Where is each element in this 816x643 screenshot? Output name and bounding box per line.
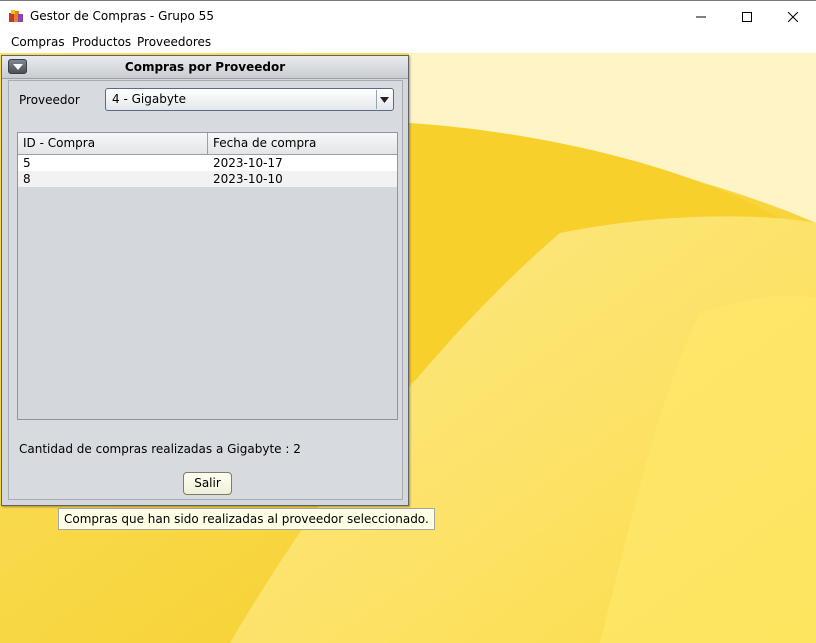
dialog-content: Proveedor 4 - Gigabyte ID - Compra Fecha…: [8, 80, 403, 500]
close-button[interactable]: [770, 1, 816, 32]
window-title: Gestor de Compras - Grupo 55: [30, 9, 214, 23]
maximize-button[interactable]: [724, 1, 770, 32]
chevron-down-icon: [380, 96, 389, 103]
close-icon: [788, 11, 798, 22]
menu-proveedores[interactable]: Proveedores: [137, 35, 211, 49]
minimize-button[interactable]: [678, 1, 724, 32]
minimize-icon: [696, 16, 706, 17]
cell-fecha-compra: 2023-10-10: [213, 172, 283, 186]
column-header-fecha-compra[interactable]: Fecha de compra: [208, 133, 397, 154]
dialog-title: Compras por Proveedor: [124, 60, 286, 74]
proveedor-select[interactable]: 4 - Gigabyte: [105, 88, 394, 111]
proveedor-label: Proveedor: [19, 93, 80, 107]
compras-por-proveedor-window: Compras por Proveedor Proveedor 4 - Giga…: [1, 55, 409, 506]
dialog-titlebar[interactable]: Compras por Proveedor: [2, 56, 408, 79]
maximize-icon: [742, 11, 752, 22]
cell-id-compra: 8: [23, 172, 31, 186]
table-header: ID - Compra Fecha de compra: [18, 133, 397, 155]
menu-bar: Compras Productos Proveedores: [0, 32, 816, 53]
cell-fecha-compra: 2023-10-17: [213, 156, 283, 170]
menu-productos[interactable]: Productos: [72, 35, 131, 49]
app-icon: [9, 10, 23, 22]
window-titlebar: Gestor de Compras - Grupo 55: [0, 0, 816, 32]
table-row[interactable]: 8 2023-10-10: [18, 171, 397, 187]
table-row[interactable]: 5 2023-10-17: [18, 155, 397, 171]
column-header-id-compra[interactable]: ID - Compra: [18, 133, 208, 154]
cell-id-compra: 5: [23, 156, 31, 170]
menu-compras[interactable]: Compras: [11, 35, 65, 49]
tooltip: Compras que han sido realizadas al prove…: [58, 508, 435, 530]
compras-count-label: Cantidad de compras realizadas a Gigabyt…: [19, 442, 301, 456]
salir-button[interactable]: Salir: [183, 472, 232, 495]
dropdown-arrow[interactable]: [376, 90, 392, 109]
proveedor-selected-value: 4 - Gigabyte: [112, 92, 187, 106]
compras-table: ID - Compra Fecha de compra 5 2023-10-17…: [17, 132, 398, 420]
